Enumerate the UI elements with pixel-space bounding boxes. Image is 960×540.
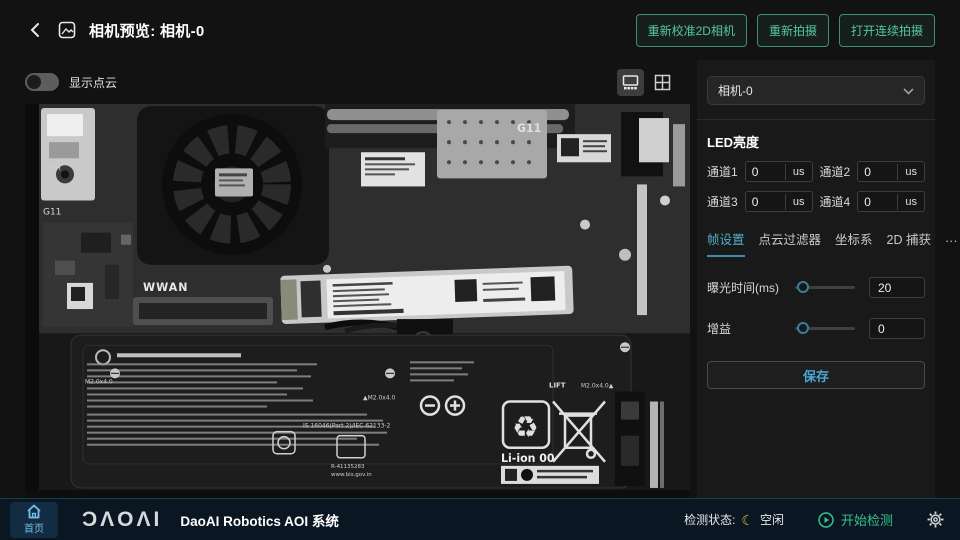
gain-label: 增益 xyxy=(707,320,795,337)
back-icon[interactable] xyxy=(25,20,45,40)
channel-2-box: us xyxy=(857,161,925,182)
channel-2-unit: us xyxy=(897,164,924,180)
camera-select-dropdown[interactable]: 相机-0 xyxy=(707,76,925,105)
exposure-slider[interactable] xyxy=(795,286,855,289)
photo-label-g11-left: G11 xyxy=(43,208,61,218)
nav-home[interactable]: 首页 xyxy=(10,502,58,538)
single-view-icon[interactable] xyxy=(617,69,644,96)
gear-icon[interactable] xyxy=(927,511,944,528)
detection-status-value: 空闲 xyxy=(760,511,784,528)
led-channels: 通道1 us 通道2 us 通道3 us 通道4 us xyxy=(707,161,925,212)
bottom-bar: 首页 ƆΛOΛI DaoAI Robotics AOI 系统 检测状态: ☾ 空… xyxy=(0,498,960,540)
moon-icon: ☾ xyxy=(741,513,754,527)
nav-home-label: 首页 xyxy=(24,520,44,535)
grid-view-icon[interactable] xyxy=(649,69,676,96)
settings-panel: 相机-0 LED亮度 通道1 us 通道2 us 通道3 us 通道4 us 帧… xyxy=(697,60,935,498)
photo-cert-line: IS 16046(Part 2)/IEC 62133-2 xyxy=(303,423,391,430)
camera-select-value: 相机-0 xyxy=(718,82,753,99)
photo-label-m2-right: M2.0x4.0▲ xyxy=(581,382,614,389)
image-preview-icon xyxy=(57,20,77,40)
tab-pointcloud-filter[interactable]: 点云过滤器 xyxy=(759,229,822,257)
tab-2d-capture[interactable]: 2D 捕获 xyxy=(887,229,931,257)
tab-coordinate-system[interactable]: 坐标系 xyxy=(835,229,873,257)
led-brightness-title: LED亮度 xyxy=(707,132,925,151)
photo-cert-reg: R-41135283 xyxy=(331,464,365,470)
start-detection-button[interactable]: 开始检测 xyxy=(818,510,893,529)
channel-3-input[interactable] xyxy=(746,195,785,209)
gain-slider[interactable] xyxy=(795,327,855,330)
channel-4-box: us xyxy=(857,191,925,212)
photo-label-m2-mid: ▲M2.0x4.0 xyxy=(363,394,396,401)
recapture-button[interactable]: 重新拍摄 xyxy=(757,14,829,47)
recalibrate-2d-camera-button[interactable]: 重新校准2D相机 xyxy=(636,14,747,47)
detection-status-label: 检测状态: xyxy=(684,511,735,528)
camera-image-canvas[interactable]: G11 M2H xyxy=(25,104,690,498)
save-button[interactable]: 保存 xyxy=(707,361,925,389)
camera-photo: G11 M2H xyxy=(25,104,690,498)
recycle-icon: ♻ xyxy=(512,411,539,446)
start-detection-label: 开始检测 xyxy=(841,510,893,529)
daoai-logo: ƆΛOΛI xyxy=(82,508,162,532)
settings-tabs: 帧设置 点云过滤器 坐标系 2D 捕获 ··· xyxy=(707,229,925,257)
photo-label-lift: LIFT xyxy=(549,380,566,389)
photo-label-wwan: WWAN xyxy=(143,281,188,294)
tab-more[interactable]: ··· xyxy=(945,234,958,257)
play-icon xyxy=(818,512,834,528)
tab-frame-settings[interactable]: 帧设置 xyxy=(707,229,745,257)
page-title: 相机预览: 相机-0 xyxy=(89,20,205,41)
channel-4-input[interactable] xyxy=(858,195,897,209)
channel-4-label: 通道4 xyxy=(820,193,851,210)
detection-status: 检测状态: ☾ 空闲 xyxy=(684,511,784,528)
channel-1-input[interactable] xyxy=(746,165,785,179)
camera-viewer: 显示点云 G11 M2H xyxy=(25,60,690,498)
chevron-down-icon xyxy=(903,84,914,98)
app-title: DaoAI Robotics AOI 系统 xyxy=(180,510,339,530)
top-header: 相机预览: 相机-0 重新校准2D相机 重新拍摄 打开连续拍摄 xyxy=(0,0,960,60)
home-icon xyxy=(26,504,42,519)
photo-label-g11-board: G11 xyxy=(517,122,541,135)
exposure-slider-handle[interactable] xyxy=(797,281,809,293)
channel-4-unit: us xyxy=(897,194,924,210)
viewer-toolbar: 显示点云 xyxy=(25,60,690,104)
exposure-label: 曝光时间(ms) xyxy=(707,279,795,296)
channel-3-unit: us xyxy=(785,194,812,210)
photo-cert-site: www.bis.gov.in xyxy=(331,472,372,478)
channel-1-box: us xyxy=(745,161,813,182)
exposure-value-input[interactable] xyxy=(869,277,925,298)
show-pointcloud-toggle[interactable] xyxy=(25,73,59,91)
channel-3-label: 通道3 xyxy=(707,193,738,210)
channel-2-label: 通道2 xyxy=(820,163,851,180)
photo-label-m2-left: M2.0x4.0 xyxy=(85,378,113,385)
photo-label-m2h: M2H xyxy=(45,163,61,172)
photo-label-li-ion: Li-ion 00 xyxy=(501,452,555,465)
channel-1-unit: us xyxy=(785,164,812,180)
gain-slider-handle[interactable] xyxy=(797,322,809,334)
channel-1-label: 通道1 xyxy=(707,163,738,180)
gain-value-input[interactable] xyxy=(869,318,925,339)
panel-divider xyxy=(697,119,935,120)
show-pointcloud-label: 显示点云 xyxy=(69,74,117,91)
gain-row: 增益 xyxy=(707,318,925,339)
channel-2-input[interactable] xyxy=(858,165,897,179)
continuous-capture-button[interactable]: 打开连续拍摄 xyxy=(839,14,935,47)
exposure-row: 曝光时间(ms) xyxy=(707,277,925,298)
channel-3-box: us xyxy=(745,191,813,212)
